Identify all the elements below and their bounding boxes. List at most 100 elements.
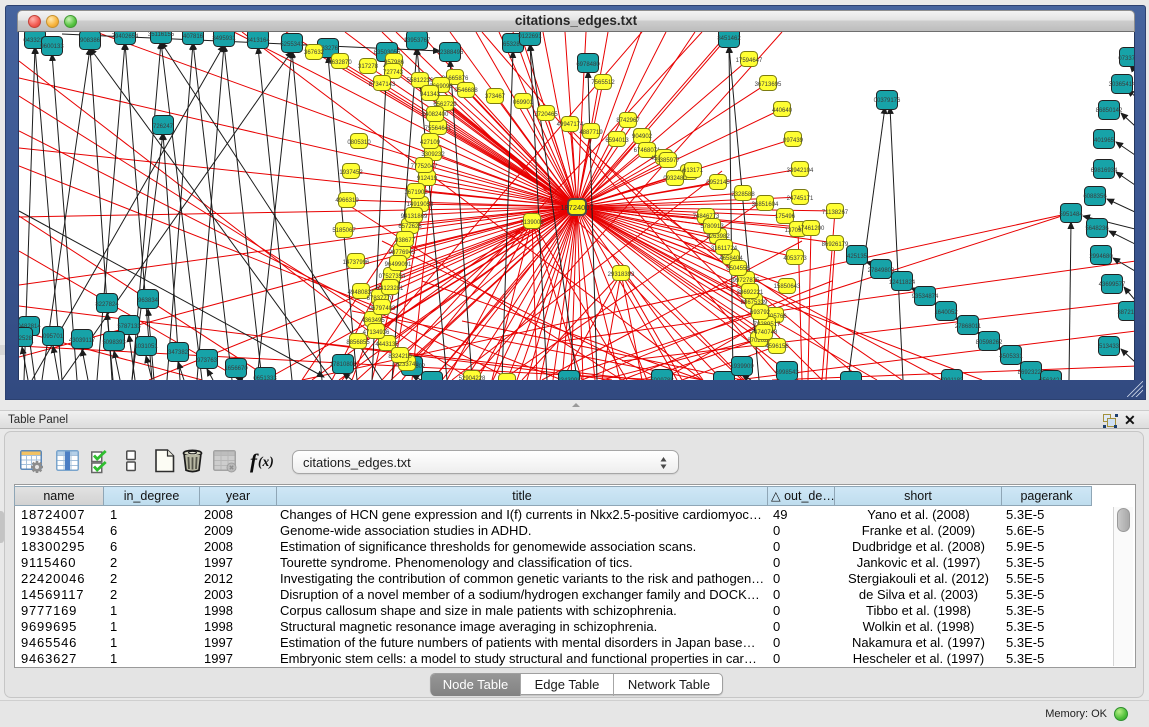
svg-text:33942104: 33942104 xyxy=(787,168,814,174)
svg-text:693792: 693792 xyxy=(750,310,771,316)
svg-text:941343: 941343 xyxy=(420,92,441,98)
svg-text:74740748: 74740748 xyxy=(751,330,778,336)
svg-text:52904228: 52904228 xyxy=(459,376,486,380)
svg-text:0122691: 0122691 xyxy=(518,34,542,40)
svg-text:8742967: 8742967 xyxy=(616,118,640,124)
svg-text:908386: 908386 xyxy=(80,38,101,44)
svg-text:36713695: 36713695 xyxy=(755,82,782,88)
svg-text:87347143: 87347143 xyxy=(369,82,396,88)
svg-text:24082400: 24082400 xyxy=(422,112,449,118)
svg-text:069901: 069901 xyxy=(513,100,534,106)
svg-text:13953767: 13953767 xyxy=(404,38,431,44)
svg-text:0385977: 0385977 xyxy=(656,158,680,164)
svg-text:912419: 912419 xyxy=(417,176,438,182)
svg-text:8856855: 8856855 xyxy=(346,340,370,346)
svg-text:4505331: 4505331 xyxy=(999,354,1023,360)
svg-text:938677: 938677 xyxy=(395,238,416,244)
svg-text:5780913: 5780913 xyxy=(700,224,724,230)
svg-text:7139005: 7139005 xyxy=(520,220,544,226)
svg-text:6998543: 6998543 xyxy=(775,370,799,376)
svg-text:097439: 097439 xyxy=(783,138,804,144)
svg-text:36851604: 36851604 xyxy=(752,202,779,208)
svg-text:401965: 401965 xyxy=(1094,138,1115,144)
svg-text:5648236: 5648236 xyxy=(1085,226,1109,232)
svg-text:2328588: 2328588 xyxy=(731,192,755,198)
svg-text:1632870: 1632870 xyxy=(328,60,352,66)
svg-text:43699577: 43699577 xyxy=(1099,282,1126,288)
svg-text:80598262: 80598262 xyxy=(976,340,1003,346)
svg-text:35116155: 35116155 xyxy=(148,32,175,38)
svg-text:0651333: 0651333 xyxy=(253,376,277,380)
svg-text:904902: 904902 xyxy=(632,134,653,140)
svg-text:0504556: 0504556 xyxy=(726,266,750,272)
svg-text:0733754: 0733754 xyxy=(1118,56,1135,62)
svg-text:34123281: 34123281 xyxy=(377,286,404,292)
svg-text:69816934: 69816934 xyxy=(1091,168,1118,174)
svg-text:2563421: 2563421 xyxy=(1039,378,1063,380)
svg-text:75564641: 75564641 xyxy=(425,126,452,132)
svg-text:06797403: 06797403 xyxy=(369,306,396,312)
svg-text:31611724: 31611724 xyxy=(711,246,738,252)
svg-text:175496: 175496 xyxy=(775,214,796,220)
svg-text:(x): (x) xyxy=(258,454,274,469)
svg-text:427109: 427109 xyxy=(420,140,441,146)
svg-text:726247: 726247 xyxy=(153,124,174,130)
svg-text:12411824: 12411824 xyxy=(889,280,916,286)
svg-text:6594013: 6594013 xyxy=(605,138,629,144)
svg-text:86926179: 86926179 xyxy=(822,242,849,248)
svg-text:8324210: 8324210 xyxy=(388,354,412,360)
svg-text:3872148: 3872148 xyxy=(1117,310,1135,316)
svg-text:440640: 440640 xyxy=(772,108,793,114)
svg-text:1671902: 1671902 xyxy=(404,190,428,196)
svg-text:15850643: 15850643 xyxy=(774,284,801,290)
svg-text:00379176: 00379176 xyxy=(874,98,901,104)
svg-text:47134936: 47134936 xyxy=(363,330,390,336)
svg-text:963834: 963834 xyxy=(138,298,159,304)
svg-text:0546688: 0546688 xyxy=(454,88,478,94)
svg-text:5098393: 5098393 xyxy=(102,340,126,346)
svg-text:42388496: 42388496 xyxy=(437,50,464,56)
svg-text:93534874: 93534874 xyxy=(912,294,939,300)
svg-text:17810801: 17810801 xyxy=(330,362,357,368)
svg-text:17461200: 17461200 xyxy=(798,226,825,232)
svg-text:30365414: 30365414 xyxy=(1109,82,1135,88)
svg-text:9600133: 9600133 xyxy=(40,44,64,50)
svg-text:1640052: 1640052 xyxy=(934,310,958,316)
svg-text:29318393: 29318393 xyxy=(608,272,635,278)
svg-text:96499091: 96499091 xyxy=(385,262,412,268)
svg-text:8495931: 8495931 xyxy=(212,36,236,42)
svg-text:86850142: 86850142 xyxy=(1096,108,1123,114)
svg-text:5255341: 5255341 xyxy=(280,42,304,48)
svg-text:613171: 613171 xyxy=(683,168,704,174)
svg-text:4053773: 4053773 xyxy=(783,256,807,262)
svg-text:71138267: 71138267 xyxy=(822,210,849,216)
svg-text:43039117: 43039117 xyxy=(69,338,96,344)
svg-text:6572628: 6572628 xyxy=(398,224,422,230)
svg-text:973763: 973763 xyxy=(197,358,218,364)
svg-text:373467: 373467 xyxy=(485,94,506,100)
svg-text:7991183: 7991183 xyxy=(941,378,965,380)
svg-text:49947174: 49947174 xyxy=(557,122,584,128)
svg-text:425135: 425135 xyxy=(847,254,868,260)
svg-text:5787133: 5787133 xyxy=(117,324,141,330)
svg-text:347382: 347382 xyxy=(168,350,189,356)
svg-text:2720465: 2720465 xyxy=(534,112,558,118)
svg-text:38692221: 38692221 xyxy=(737,290,764,296)
svg-text:4596158: 4596158 xyxy=(765,344,789,350)
svg-text:407816: 407816 xyxy=(183,34,204,40)
svg-text:94131869: 94131869 xyxy=(401,214,428,220)
svg-text:79402654: 79402654 xyxy=(112,34,139,40)
svg-text:5009788: 5009788 xyxy=(650,378,674,380)
svg-text:0805310: 0805310 xyxy=(347,140,371,146)
svg-text:77752047: 77752047 xyxy=(411,164,438,170)
svg-text:4887719: 4887719 xyxy=(579,130,603,136)
svg-text:095701: 095701 xyxy=(43,334,64,340)
svg-text:14737996: 14737996 xyxy=(343,260,370,266)
svg-text:0952145: 0952145 xyxy=(706,180,730,186)
svg-text:0932480: 0932480 xyxy=(663,176,687,182)
svg-text:5951484: 5951484 xyxy=(1059,212,1083,218)
svg-text:8451462: 8451462 xyxy=(717,36,741,42)
svg-text:2343098: 2343098 xyxy=(557,378,581,380)
svg-text:8227824: 8227824 xyxy=(95,302,119,308)
svg-text:3413164: 3413164 xyxy=(246,38,270,44)
